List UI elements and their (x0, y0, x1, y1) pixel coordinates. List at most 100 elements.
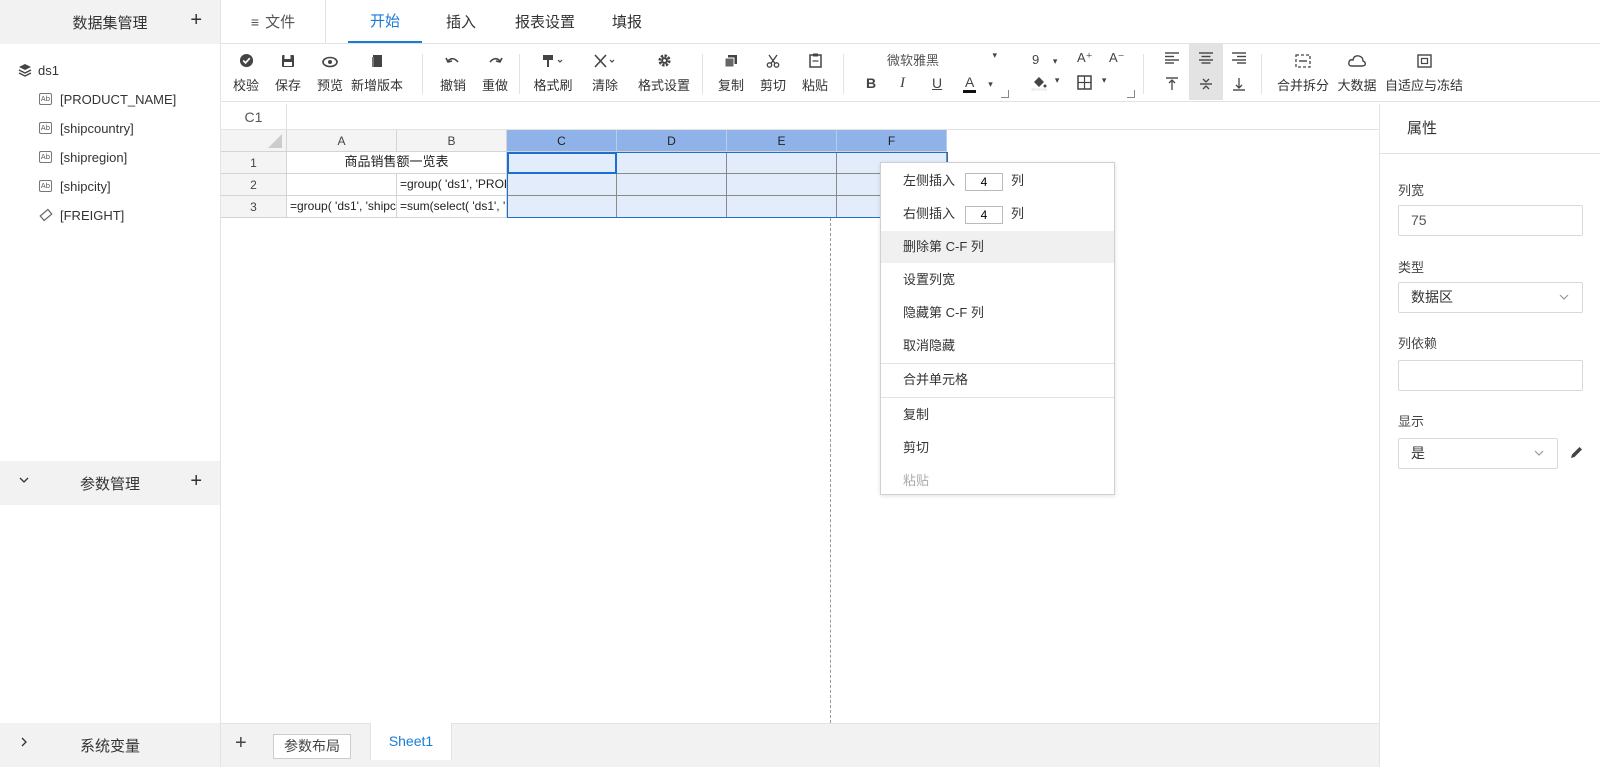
tab-report-settings[interactable]: 报表设置 (504, 0, 586, 43)
field-item[interactable]: [FREIGHT] (39, 204, 124, 226)
font-dialog-launcher[interactable] (1001, 90, 1009, 98)
dataset-panel-header[interactable]: 数据集管理 + (0, 0, 220, 44)
delete-columns-item[interactable]: 删除第 C-F 列 (881, 231, 1114, 263)
insert-left-item[interactable]: 左侧插入 列 (881, 165, 1114, 197)
align-center-button[interactable] (1199, 51, 1213, 67)
insert-right-item[interactable]: 右侧插入 列 (881, 198, 1114, 230)
cell[interactable] (287, 174, 397, 196)
sysvar-panel-header[interactable]: 系统变量 (0, 723, 220, 767)
col-width-input[interactable]: 75 (1398, 205, 1583, 236)
copy-item[interactable]: 复制 (881, 399, 1114, 431)
row-header[interactable]: 3 (221, 196, 287, 218)
merge-split-button[interactable]: 合并拆分 (1275, 44, 1331, 102)
cell[interactable] (617, 174, 727, 196)
autofit-freeze-button[interactable]: 自适应与冻结 (1383, 44, 1465, 102)
param-panel-header[interactable]: 参数管理 + (0, 461, 220, 505)
align-left-icon (1165, 52, 1179, 64)
format-painter-button[interactable]: 格式刷 (531, 44, 575, 102)
chevron-right-icon[interactable] (18, 735, 30, 751)
redo-button[interactable]: 重做 (478, 44, 512, 102)
add-sheet-button[interactable]: + (235, 732, 247, 755)
fill-color-button[interactable]: ▾ (1031, 75, 1059, 94)
validate-button[interactable]: 校验 (229, 44, 263, 102)
formula-cell[interactable]: =group( 'ds1', 'PRODUCT_NAME' (397, 174, 507, 196)
column-header[interactable]: C (507, 130, 617, 152)
sheet1-tab[interactable]: Sheet1 (370, 723, 452, 760)
formula-cell[interactable]: =sum(select( 'ds1', 'FREIGHT')) (397, 196, 507, 218)
insert-right-count-input[interactable] (965, 205, 1004, 224)
save-button[interactable]: 保存 (271, 44, 305, 102)
add-dataset-icon[interactable]: + (190, 10, 202, 30)
field-item[interactable]: Ab [shipcity] (39, 175, 111, 197)
preview-button[interactable]: 预览 (313, 44, 347, 102)
format-settings-button[interactable]: 格式设置 (635, 44, 693, 102)
merge-cells-item[interactable]: 合并单元格 (881, 364, 1114, 396)
tab-insert[interactable]: 插入 (432, 0, 490, 43)
font-size-select[interactable]: 9 ▾ (1032, 52, 1057, 67)
active-cell-c1[interactable] (507, 152, 617, 174)
format-settings-label: 格式设置 (637, 77, 690, 93)
column-header[interactable]: A (287, 130, 397, 152)
tab-file[interactable]: ≡ 文件 (221, 0, 326, 43)
select-all-corner[interactable] (221, 130, 287, 152)
cell-reference[interactable]: C1 (221, 104, 287, 130)
param-panel-title: 参数管理 (79, 475, 140, 493)
valign-middle-button[interactable] (1200, 77, 1212, 94)
hide-columns-item[interactable]: 隐藏第 C-F 列 (881, 297, 1114, 329)
valign-bottom-button[interactable] (1233, 77, 1245, 94)
param-layout-tab[interactable]: 参数布局 (273, 734, 351, 759)
valign-top-button[interactable] (1166, 77, 1178, 94)
dataset-node[interactable]: ds1 (18, 59, 59, 81)
cell[interactable] (617, 196, 727, 218)
font-shrink-button[interactable]: A⁻ (1109, 50, 1125, 66)
clear-button[interactable]: 清除 (583, 44, 627, 102)
col-dependency-input[interactable] (1398, 360, 1583, 391)
cell-dialog-launcher[interactable] (1127, 90, 1135, 98)
tab-fill[interactable]: 填报 (598, 0, 656, 43)
cell[interactable] (507, 196, 617, 218)
column-header[interactable]: F (837, 130, 947, 152)
tab-home[interactable]: 开始 (348, 0, 422, 43)
cell[interactable] (727, 196, 837, 218)
edit-pencil-icon[interactable] (1569, 445, 1584, 463)
row-header[interactable]: 1 (221, 152, 287, 174)
report-title-cell[interactable]: 商品销售额一览表 (287, 152, 507, 174)
bold-button[interactable]: B (866, 75, 876, 91)
font-color-button[interactable]: A ▾ (963, 74, 993, 93)
field-item[interactable]: Ab [shipregion] (39, 146, 127, 168)
cell[interactable] (507, 174, 617, 196)
copy-button[interactable]: 复制 (714, 44, 748, 102)
unhide-item[interactable]: 取消隐藏 (881, 330, 1114, 362)
cell[interactable] (727, 152, 837, 174)
paste-item[interactable]: 粘贴 (881, 465, 1114, 497)
border-button[interactable]: ▾ (1077, 75, 1106, 93)
underline-button[interactable]: U (932, 75, 942, 91)
big-data-button[interactable]: 大数据 (1335, 44, 1379, 102)
cell[interactable] (617, 152, 727, 174)
column-header[interactable]: D (617, 130, 727, 152)
font-grow-button[interactable]: A⁺ (1077, 50, 1093, 66)
formula-cell[interactable]: =group( 'ds1', 'shipcity', null) (287, 196, 397, 218)
undo-button[interactable]: 撤销 (436, 44, 470, 102)
column-header[interactable]: E (727, 130, 837, 152)
font-family-select[interactable]: 微软雅黑 ▾ (867, 50, 1007, 70)
new-version-button[interactable]: 新增版本 (349, 44, 405, 102)
field-item[interactable]: Ab [shipcountry] (39, 117, 134, 139)
align-right-button[interactable] (1232, 51, 1246, 67)
display-select[interactable]: 是 (1398, 438, 1558, 469)
cell[interactable] (727, 174, 837, 196)
set-column-width-item[interactable]: 设置列宽 (881, 264, 1114, 296)
align-left-button[interactable] (1165, 51, 1179, 67)
type-select[interactable]: 数据区 (1398, 282, 1583, 313)
spreadsheet-grid[interactable]: A B C D E F 1 2 3 商品销售额一览表 =group( 'ds1'… (221, 130, 1379, 723)
row-header[interactable]: 2 (221, 174, 287, 196)
paste-button[interactable]: 粘贴 (798, 44, 832, 102)
insert-left-count-input[interactable] (965, 172, 1004, 191)
cut-item[interactable]: 剪切 (881, 432, 1114, 464)
italic-button[interactable]: I (900, 75, 905, 92)
add-param-icon[interactable]: + (190, 471, 202, 491)
column-header[interactable]: B (397, 130, 507, 152)
cut-button[interactable]: 剪切 (756, 44, 790, 102)
chevron-down-icon[interactable] (18, 473, 30, 489)
field-item[interactable]: Ab [PRODUCT_NAME] (39, 88, 176, 110)
